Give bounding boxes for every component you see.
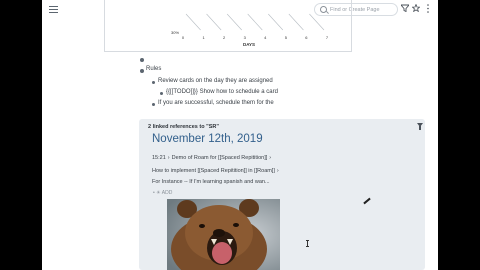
rules-label[interactable]: Rules: [146, 66, 161, 72]
more-icon[interactable]: [423, 4, 433, 14]
curve-segment: [185, 13, 201, 31]
item1-sub-bullet[interactable]: [160, 92, 163, 95]
y-tick-label: 30%: [171, 30, 179, 35]
curve-segment: [268, 13, 284, 31]
roam-app-window: 30%0 1 2 3 4 5 6 7 DAYS Rules Review cards on th…: [42, 0, 438, 270]
filter-icon[interactable]: [417, 123, 423, 130]
item2-bullet[interactable]: [152, 103, 155, 106]
reference-block-1-text: How to implement [[Spaced Repitition]] i…: [152, 168, 275, 174]
bear-image: [167, 199, 280, 270]
x-tick-label: 1: [202, 35, 205, 40]
breadcrumb-page[interactable]: Demo of Roam for [[Spaced Repitition]]: [172, 155, 268, 161]
curve-segment: [206, 13, 222, 31]
chevron-right-icon: ›: [269, 155, 272, 161]
x-tick-label: 0: [182, 35, 185, 40]
x-tick-label: 6: [305, 35, 308, 40]
x-tick-label: 7: [326, 35, 329, 40]
curve-segment: [309, 13, 325, 31]
curve-segment: [288, 13, 304, 31]
chevron-right-icon: ›: [167, 155, 170, 161]
curve-segment: [226, 13, 242, 31]
item1-bullet[interactable]: [152, 81, 155, 84]
outline-item-2[interactable]: If you are successful, schedule them for…: [158, 100, 274, 106]
linked-references-title: 2 linked references to "SR": [148, 124, 219, 130]
text-cursor: [306, 240, 309, 247]
todo-item[interactable]: {{[[TODO]]}} Show how to schedule a card: [166, 89, 278, 95]
add-reaction-row[interactable]: • ☀ ADD: [153, 190, 172, 196]
curve-segment: [247, 13, 263, 31]
linked-references-panel: 2 linked references to "SR" November 12t…: [139, 119, 425, 270]
x-tick-label: 3: [244, 35, 247, 40]
pen-icon: [363, 197, 371, 205]
x-tick-label: 2: [223, 35, 226, 40]
empty-bullet[interactable]: [140, 58, 144, 62]
x-tick-label: 5: [285, 35, 288, 40]
breadcrumb-time[interactable]: 15:21: [152, 155, 166, 161]
chevron-right-icon: ›: [276, 168, 279, 174]
forgetting-curve-chart: 30% 0 1 2 3 4 5 6 7 DAYS: [104, 0, 352, 52]
x-axis-label: DAYS: [243, 42, 255, 47]
x-tick-label: 4: [264, 35, 267, 40]
breadcrumb[interactable]: 15:21 › Demo of Roam for [[Spaced Repititi…: [152, 155, 273, 161]
filter-icon[interactable]: [400, 4, 410, 14]
rules-bullet[interactable]: [140, 69, 144, 73]
star-icon[interactable]: [411, 3, 421, 14]
menu-icon[interactable]: [49, 6, 58, 13]
reference-block-1[interactable]: How to implement [[Spaced Repitition]] i…: [152, 168, 281, 174]
add-bullet-icon: • ☀: [153, 190, 161, 196]
reference-page-title[interactable]: November 12th, 2019: [152, 133, 263, 145]
reference-block-2[interactable]: For Instance -- If I'm learning spanish …: [152, 179, 270, 185]
add-label[interactable]: ADD: [162, 190, 173, 196]
chart-svg: 30%0 1 2 3 4 5 6 7 DAYS: [171, 13, 329, 47]
outline-item-1[interactable]: Review cards on the day they are assigne…: [158, 78, 273, 84]
